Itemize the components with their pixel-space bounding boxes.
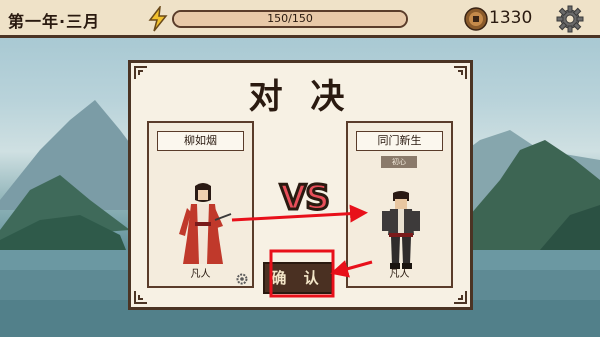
annotation-overlay — [231, 204, 373, 298]
annotation-arrow-to-opponent — [231, 204, 368, 223]
annotation-arrow-to-confirm — [330, 260, 373, 278]
annotation-highlight-box — [269, 249, 335, 298]
game-scene: 第一年·三月 150/150 1330 对 决 柳如烟 凡人 同门新生 初心 凡… — [0, 0, 600, 337]
